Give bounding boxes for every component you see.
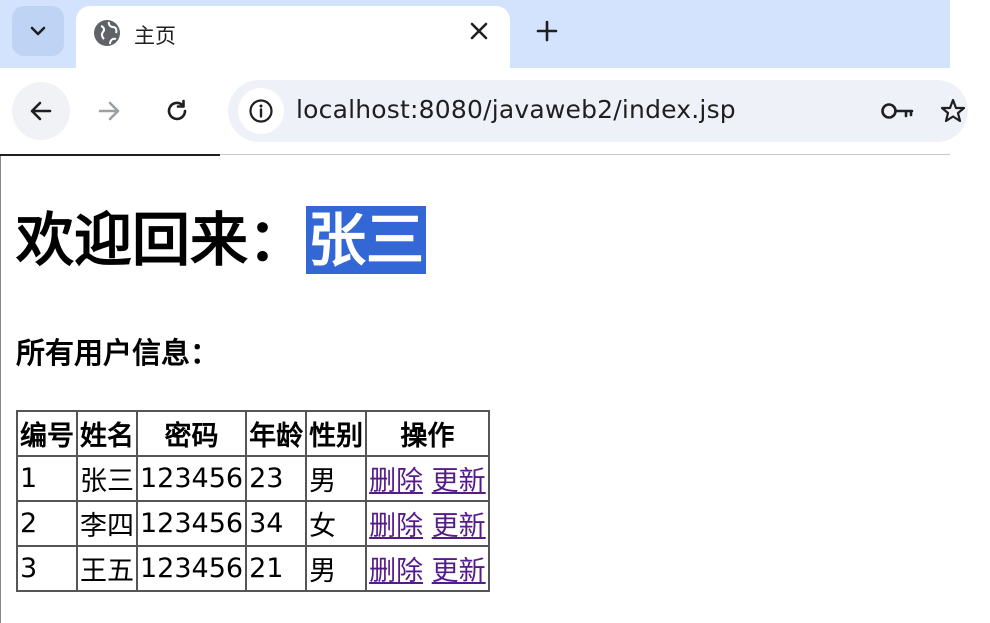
back-button[interactable]: [12, 82, 70, 140]
header-password: 密码: [135, 410, 248, 457]
update-link[interactable]: 更新: [432, 511, 486, 542]
cell-name: 张三: [76, 455, 138, 502]
cell-name: 李四: [76, 500, 138, 547]
info-icon: [249, 99, 273, 123]
header-gender: 性别: [305, 410, 368, 457]
delete-link[interactable]: 删除: [369, 466, 423, 497]
cell-gender: 女: [305, 500, 368, 547]
cell-password: 123456: [135, 455, 248, 502]
tab-title: 主页: [134, 24, 176, 48]
table-row: 2 李四 123456 34 女 删除 更新: [16, 500, 490, 547]
delete-link[interactable]: 删除: [369, 511, 423, 542]
table-row: 1 张三 123456 23 男 删除 更新: [16, 455, 490, 502]
cell-age: 34: [245, 500, 308, 547]
cell-actions: 删除 更新: [365, 455, 490, 502]
header-age: 年龄: [245, 410, 308, 457]
cell-password: 123456: [135, 500, 248, 547]
reload-icon: [167, 99, 187, 121]
browser-chrome: 主页 localhost:8080/javaweb2/index.jsp: [0, 0, 968, 156]
header-name: 姓名: [76, 410, 138, 457]
forward-button[interactable]: [80, 82, 138, 140]
tab-search-button[interactable]: [12, 6, 64, 56]
cell-id: 2: [16, 500, 78, 547]
cell-age: 21: [245, 545, 308, 592]
cell-gender: 男: [305, 455, 368, 502]
header-id: 编号: [16, 410, 78, 457]
tab-home[interactable]: 主页: [76, 6, 510, 68]
cell-name: 王五: [76, 545, 138, 592]
delete-link[interactable]: 删除: [369, 556, 423, 587]
arrow-right-icon: [98, 101, 120, 121]
toolbar: localhost:8080/javaweb2/index.jsp: [0, 68, 968, 155]
update-link[interactable]: 更新: [432, 556, 486, 587]
table-row: 3 王五 123456 21 男 删除 更新: [16, 545, 490, 592]
cell-age: 23: [245, 455, 308, 502]
cell-actions: 删除 更新: [365, 500, 490, 547]
star-icon[interactable]: [940, 98, 966, 124]
arrow-left-icon: [30, 101, 52, 121]
welcome-user-name: 张三: [306, 206, 427, 274]
welcome-heading: 欢迎回来：张三: [16, 196, 427, 284]
cell-actions: 删除 更新: [365, 545, 490, 592]
tab-strip: 主页: [0, 0, 950, 68]
plus-icon: [536, 20, 558, 42]
header-actions: 操作: [365, 410, 490, 457]
viewport-edge: [0, 156, 1, 623]
new-tab-button[interactable]: [530, 14, 564, 48]
close-icon[interactable]: [468, 20, 490, 42]
users-subtitle: 所有用户信息：: [16, 336, 220, 370]
cell-id: 1: [16, 455, 78, 502]
cell-password: 123456: [135, 545, 248, 592]
welcome-prefix: 欢迎回来：: [16, 206, 307, 274]
cell-gender: 男: [305, 545, 368, 592]
reload-button[interactable]: [148, 82, 206, 140]
site-info-button[interactable]: [238, 88, 284, 134]
chevron-down-icon: [30, 26, 46, 36]
table-header-row: 编号 姓名 密码 年龄 性别 操作: [16, 410, 490, 457]
address-bar[interactable]: localhost:8080/javaweb2/index.jsp: [228, 80, 968, 142]
key-icon[interactable]: [880, 99, 916, 123]
url-text: localhost:8080/javaweb2/index.jsp: [296, 95, 736, 124]
cell-id: 3: [16, 545, 78, 592]
users-table: 编号 姓名 密码 年龄 性别 操作 1 张三 123456 23 男 删除 更新…: [16, 410, 490, 592]
loading-bar: [0, 154, 220, 156]
update-link[interactable]: 更新: [432, 466, 486, 497]
globe-icon: [94, 20, 120, 46]
